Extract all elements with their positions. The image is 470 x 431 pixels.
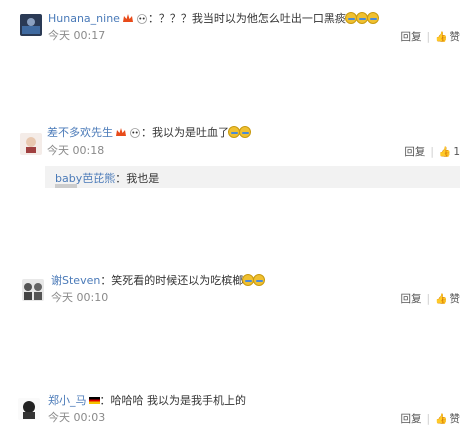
- comment-username[interactable]: 谢Steven: [51, 274, 100, 287]
- reply-button[interactable]: 回复: [401, 293, 422, 305]
- avatar[interactable]: [20, 14, 42, 36]
- like-button[interactable]: 赞: [450, 413, 461, 425]
- crying-laugh-emoji-icon: [239, 126, 251, 138]
- thumbs-up-icon[interactable]: 👍: [435, 414, 447, 425]
- avatar[interactable]: [20, 133, 42, 155]
- thumbs-up-icon[interactable]: 👍: [435, 32, 447, 43]
- comment-text: ：笑死看的时候还以为吃槟榔: [100, 274, 244, 287]
- comment-username[interactable]: 郑小_马: [48, 394, 87, 407]
- comment-text: ：哈哈哈 我以为是我手机上的: [99, 394, 247, 407]
- comment-text: ：我以为是吐血了: [141, 126, 229, 139]
- subreply-box: baby芭芘熊：我也是: [45, 166, 460, 188]
- comment-time: 今天 00:18: [47, 144, 105, 157]
- divider: |: [426, 293, 431, 305]
- panda-badge-icon: [129, 127, 141, 142]
- comment-username[interactable]: 差不多欢先生: [47, 126, 113, 139]
- avatar[interactable]: [18, 398, 40, 420]
- panda-badge-icon: [136, 13, 148, 28]
- like-button[interactable]: 赞: [450, 293, 461, 305]
- comment-time: 今天 00:17: [48, 29, 106, 42]
- truncated-line: [55, 184, 77, 188]
- like-button[interactable]: 赞: [450, 31, 461, 43]
- crying-laugh-emoji-icon: [253, 274, 266, 286]
- germany-flag-icon: [88, 397, 100, 404]
- comment-time: 今天 00:10: [51, 291, 109, 304]
- comment-time: 今天 00:03: [48, 411, 106, 424]
- thumbs-up-icon[interactable]: 👍: [439, 147, 451, 158]
- subreply-text: ：我也是: [115, 172, 160, 185]
- thumbs-up-icon[interactable]: 👍: [435, 294, 447, 305]
- comment-text: ：？？？我当时以为他怎么吐出一口黑痰: [147, 12, 346, 25]
- vip-badge-icon: [115, 127, 127, 142]
- like-count[interactable]: 1: [453, 146, 460, 158]
- comment-username[interactable]: Hunana_nine: [48, 12, 120, 25]
- divider: |: [426, 31, 431, 43]
- crying-laugh-emoji-icon: [366, 12, 379, 24]
- vip-badge-icon: [122, 13, 134, 28]
- reply-button[interactable]: 回复: [404, 146, 425, 158]
- reply-button[interactable]: 回复: [401, 31, 422, 43]
- divider: |: [430, 146, 434, 158]
- avatar[interactable]: [22, 279, 44, 301]
- reply-button[interactable]: 回复: [401, 413, 422, 425]
- divider: |: [426, 413, 431, 425]
